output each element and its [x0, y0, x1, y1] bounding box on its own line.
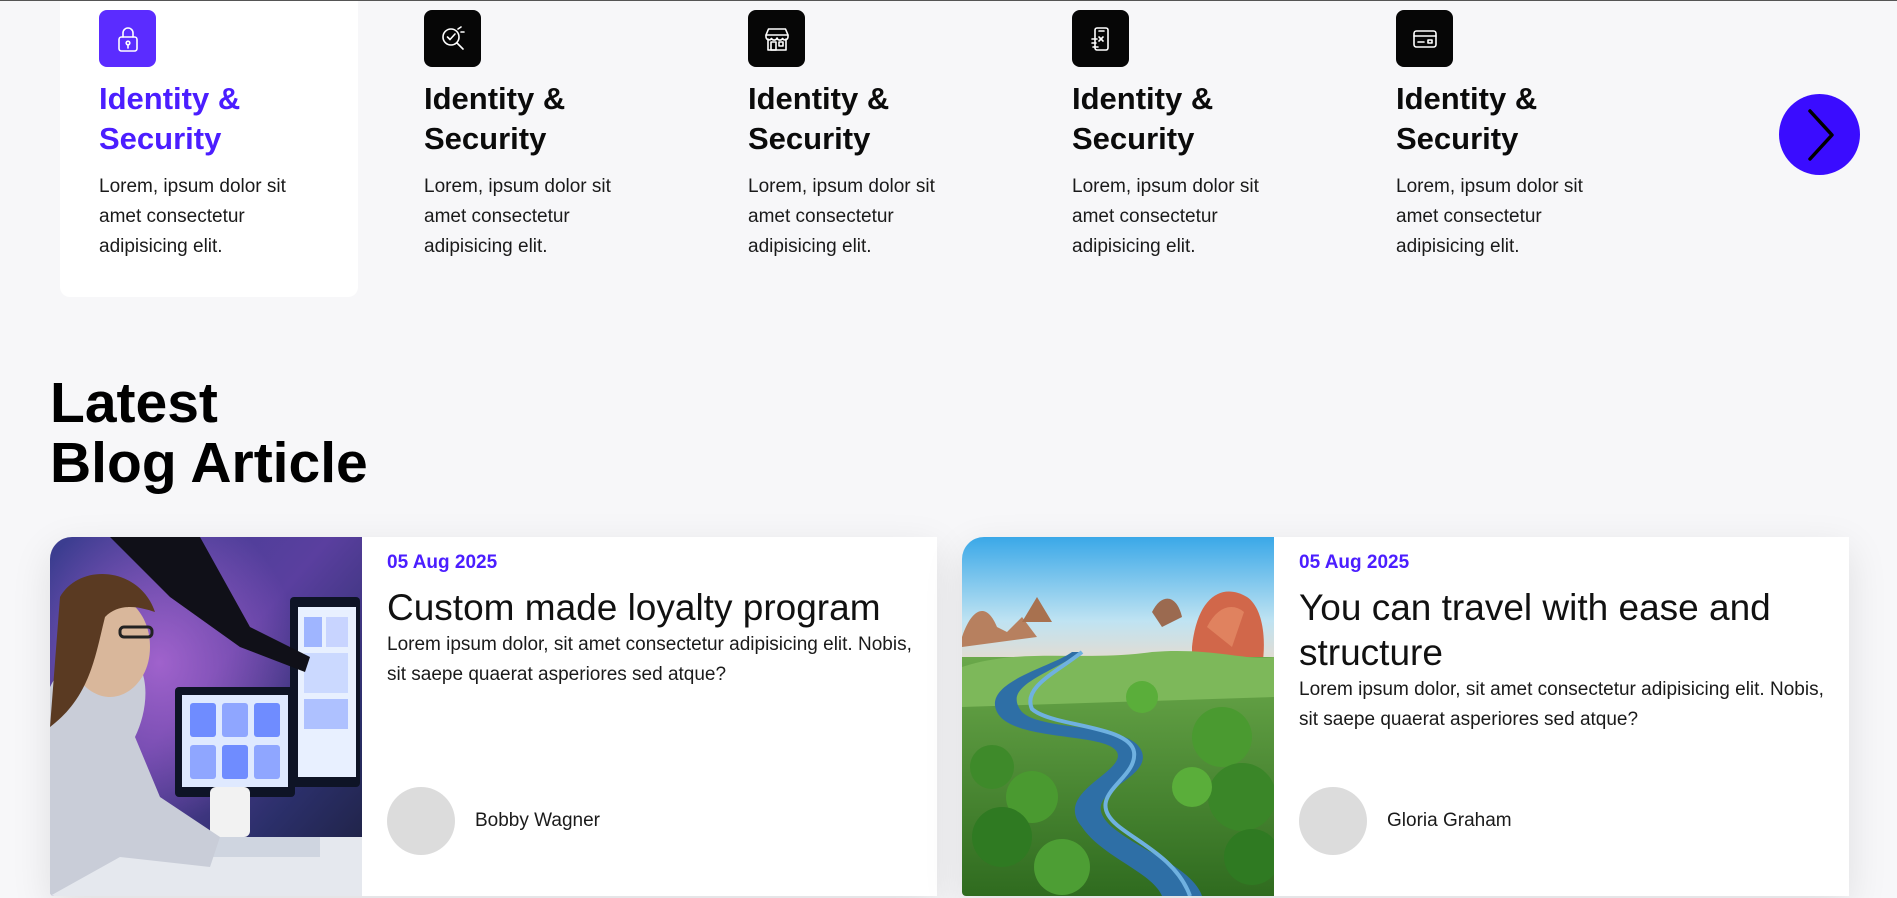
avatar	[1299, 787, 1367, 855]
feature-title: Identity & Security	[748, 81, 890, 156]
article-excerpt: Lorem ipsum dolor, sit amet consectetur …	[1299, 679, 1824, 730]
blog-section-heading: Latest Blog Article	[50, 373, 368, 493]
store-icon	[748, 10, 805, 67]
article-date: 05 Aug 2025	[1299, 552, 1410, 573]
feature-title: Identity & Security	[1072, 81, 1214, 156]
article-title[interactable]: Custom made loyalty program	[387, 585, 912, 630]
blog-card-2[interactable]: 05 Aug 2025 You can travel with ease and…	[962, 537, 1849, 896]
blog-card-1[interactable]: 05 Aug 2025 Custom made loyalty program …	[50, 537, 937, 896]
feature-description: Lorem, ipsum dolor sit amet consectetur …	[1396, 176, 1583, 257]
article-excerpt: Lorem ipsum dolor, sit amet consectetur …	[387, 634, 912, 685]
blog-card-body: 05 Aug 2025 Custom made loyalty program …	[362, 537, 937, 896]
author-name: Bobby Wagner	[475, 810, 600, 831]
article-title[interactable]: You can travel with ease and structure	[1299, 585, 1824, 675]
lock-icon	[99, 10, 156, 67]
woman-at-computer-photo[interactable]	[50, 537, 362, 896]
feature-description: Lorem, ipsum dolor sit amet consectetur …	[99, 176, 286, 257]
article-date: 05 Aug 2025	[387, 552, 498, 573]
search-check-icon	[424, 10, 481, 67]
article-author[interactable]: Bobby Wagner	[387, 787, 600, 855]
mobile-payment-icon	[1072, 10, 1129, 67]
next-slide-button[interactable]	[1779, 94, 1860, 175]
feature-description: Lorem, ipsum dolor sit amet consectetur …	[1072, 176, 1259, 257]
feature-title: Identity & Security	[424, 81, 566, 156]
feature-card-5[interactable]: Identity & Security Lorem, ipsum dolor s…	[1357, 1, 1655, 297]
feature-card-1[interactable]: Identity & Security Lorem, ipsum dolor s…	[60, 1, 358, 297]
feature-description: Lorem, ipsum dolor sit amet consectetur …	[424, 176, 611, 257]
blog-heading-line-2: Blog Article	[50, 431, 368, 495]
feature-card-2[interactable]: Identity & Security Lorem, ipsum dolor s…	[385, 1, 683, 297]
feature-description: Lorem, ipsum dolor sit amet consectetur …	[748, 176, 935, 257]
chevron-right-icon	[1807, 108, 1834, 161]
feature-title: Identity & Security	[1396, 81, 1538, 156]
author-name: Gloria Graham	[1387, 810, 1512, 831]
avatar	[387, 787, 455, 855]
feature-card-4[interactable]: Identity & Security Lorem, ipsum dolor s…	[1033, 1, 1331, 297]
river-landscape-photo[interactable]	[962, 537, 1274, 896]
blog-card-body: 05 Aug 2025 You can travel with ease and…	[1274, 537, 1849, 896]
article-author[interactable]: Gloria Graham	[1299, 787, 1512, 855]
blog-heading-line-1: Latest	[50, 371, 218, 435]
credit-card-icon	[1396, 10, 1453, 67]
feature-title: Identity & Security	[99, 81, 241, 156]
features-section: Identity & Security Lorem, ipsum dolor s…	[60, 1, 1860, 298]
feature-card-3[interactable]: Identity & Security Lorem, ipsum dolor s…	[709, 1, 1007, 297]
